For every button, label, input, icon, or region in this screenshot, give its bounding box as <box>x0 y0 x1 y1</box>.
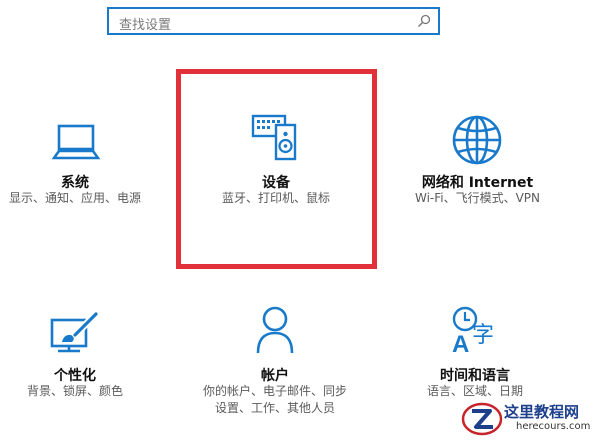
keyboard-speaker-icon <box>251 114 297 161</box>
tile-system-title: 系统 <box>61 175 89 191</box>
tile-personalization[interactable]: 个性化 背景、锁屏、颜色 <box>0 305 150 405</box>
watermark-logo-icon <box>461 402 503 436</box>
tile-devices[interactable]: 设备 蓝牙、打印机、鼠标 <box>181 108 371 218</box>
tile-accounts-desc-line1: 你的帐户、电子邮件、同步 <box>202 384 347 398</box>
tile-accounts-desc-line2: 设置、工作、其他人员 <box>214 401 335 415</box>
search-icon[interactable] <box>416 13 432 29</box>
tile-system[interactable]: 系统 显示、通知、应用、电源 <box>0 110 150 220</box>
tile-time-language-title: 时间和语言 <box>440 368 510 384</box>
tile-devices-desc: 蓝牙、打印机、鼠标 <box>221 191 330 205</box>
search-input[interactable]: 查找设置 <box>107 7 440 35</box>
tile-network[interactable]: 网络和 Internet Wi-Fi、飞行模式、VPN <box>395 110 560 220</box>
tile-accounts[interactable]: 帐户 你的帐户、电子邮件、同步 设置、工作、其他人员 <box>182 305 368 420</box>
tile-personalization-title: 个性化 <box>54 368 96 384</box>
site-watermark: 这里教程网 herecours.com <box>458 393 607 441</box>
watermark-url: herecours.com <box>516 421 591 432</box>
laptop-icon <box>52 124 100 160</box>
search-placeholder: 查找设置 <box>119 18 172 33</box>
paint-screen-icon <box>50 311 99 353</box>
watermark-title: 这里教程网 <box>504 403 580 421</box>
tile-time-language[interactable]: A 字 时间和语言 语言、区域、日期 <box>395 305 555 405</box>
settings-home: 查找设置 系统 显示、通知、应用、电源 设备 蓝牙、打印机、鼠标 网络和 Int… <box>0 0 607 441</box>
tile-devices-title: 设备 <box>262 175 290 191</box>
globe-icon <box>452 115 502 165</box>
tile-system-desc: 显示、通知、应用、电源 <box>8 191 141 205</box>
clock-language-icon: A 字 <box>452 306 494 355</box>
user-icon <box>256 306 294 354</box>
tile-network-desc: Wi-Fi、飞行模式、VPN <box>414 191 541 205</box>
tile-network-title: 网络和 Internet <box>421 175 534 191</box>
tile-personalization-desc: 背景、锁屏、颜色 <box>26 384 123 398</box>
svg-text:A: A <box>452 331 469 355</box>
svg-text:字: 字 <box>472 323 494 348</box>
tile-accounts-title: 帐户 <box>261 368 289 384</box>
